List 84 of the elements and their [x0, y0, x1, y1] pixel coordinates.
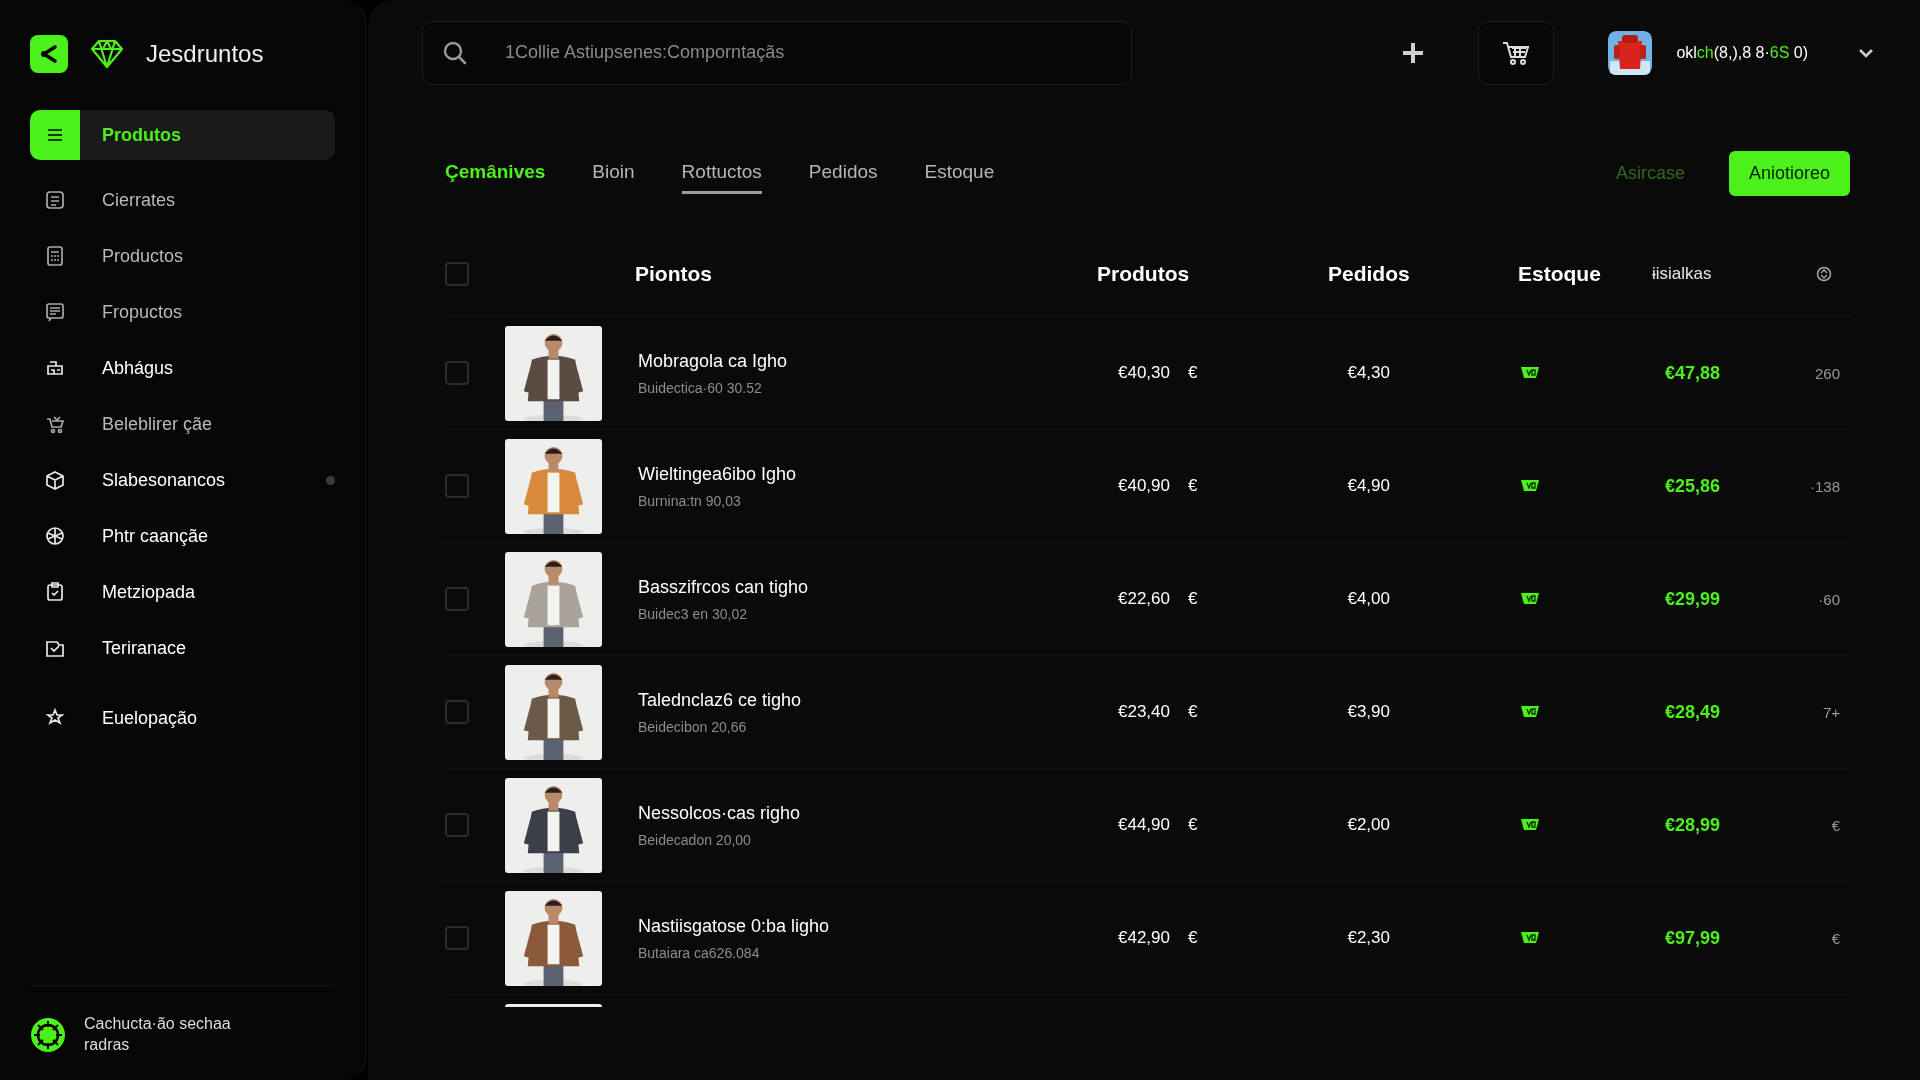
search-field[interactable]: 1Collie Astiupsenes:Comporntaçãs — [422, 20, 1132, 85]
stock-count: ·60 — [1818, 590, 1841, 608]
product-detail: Buidec3 en 30,02 — [638, 605, 748, 622]
stock-count: ·138 — [1809, 477, 1841, 495]
search-icon — [442, 39, 468, 66]
sort-icon — [1816, 266, 1832, 282]
column-header: Piontos — [635, 262, 713, 286]
total-price: €28,99 — [1664, 814, 1720, 836]
price: €40,30 — [1118, 363, 1170, 383]
total-price: €29,99 — [1664, 588, 1720, 610]
stock-count: 260 — [1814, 364, 1841, 382]
price: €22,60 — [1118, 589, 1170, 609]
product-detail: Burnina:tn 90,03 — [638, 492, 742, 509]
support-icon — [30, 1017, 66, 1054]
order-amount: €4,00 — [1347, 589, 1390, 609]
currency-symbol: € — [1187, 928, 1199, 948]
sidebar-item[interactable]: Teriranace — [30, 620, 335, 676]
checkbox[interactable] — [445, 474, 469, 498]
product-detail: Butaiara ca626.084 — [638, 944, 761, 961]
product-detail: Beidecibon 20,66 — [638, 718, 748, 735]
price: €23,40 — [1118, 702, 1170, 722]
tab[interactable]: Estoque — [924, 152, 995, 194]
avatar[interactable] — [1608, 30, 1653, 75]
price: €40,90 — [1118, 476, 1170, 496]
sidebar-item[interactable]: Beleblirer çãe — [30, 396, 335, 452]
checkbox[interactable] — [445, 700, 469, 724]
order-amount: €4,90 — [1347, 476, 1390, 496]
product-name: Talednclaz6 ce tigho — [638, 689, 803, 711]
sidebar-item[interactable]: Productos — [30, 228, 335, 284]
column-header: ɨisialkas — [1652, 264, 1712, 284]
currency-symbol: € — [1187, 589, 1199, 609]
order-amount: €2,00 — [1347, 815, 1390, 835]
footer-text: Cachucta·ão sechaa radras — [84, 1014, 232, 1056]
user-label: oklch(8,),8 8·6S 0) — [1676, 43, 1808, 62]
total-price: €28,49 — [1664, 701, 1720, 723]
checkbox[interactable] — [445, 361, 469, 385]
package-icon — [43, 468, 67, 492]
total-price: €47,88 — [1664, 362, 1720, 384]
sidebar-item[interactable]: Fropuctos — [30, 284, 335, 340]
sidebar-item[interactable]: Slabesonancos — [30, 452, 335, 508]
stock-count: 7+ — [1822, 703, 1841, 721]
checkbox[interactable] — [445, 813, 469, 837]
diamond-logo-icon — [90, 39, 124, 69]
stock-count: € — [1831, 929, 1841, 947]
product-detail: Beidecadon 20,00 — [638, 831, 752, 848]
tab[interactable]: Rottuctos — [681, 152, 762, 194]
currency-symbol: € — [1187, 815, 1199, 835]
product-detail: Buidectica·60 30.52 — [638, 379, 763, 396]
checkbox[interactable] — [445, 262, 469, 286]
total-price: €25,86 — [1664, 475, 1720, 497]
sidebar-item[interactable]: Phtr caançãe — [30, 508, 335, 564]
currency-symbol: € — [1187, 702, 1199, 722]
product-name: Nastiisgatose 0:ba ligho — [638, 915, 831, 937]
brand-name: Jesdruntos — [146, 40, 264, 68]
price: €42,90 — [1118, 928, 1170, 948]
sidebar-item[interactable]: Cierrates — [30, 172, 335, 228]
tab[interactable]: Çemânives — [445, 152, 546, 194]
currency-symbol: € — [1187, 363, 1199, 383]
checkbox[interactable] — [445, 587, 469, 611]
order-amount: €4,30 — [1347, 363, 1390, 383]
primary-button[interactable]: Aniotioreo — [1728, 150, 1850, 196]
product-name: Basszifrcos can tigho — [638, 576, 810, 598]
tab[interactable]: Pedidos — [808, 152, 878, 194]
price: €44,90 — [1118, 815, 1170, 835]
sidebar-item[interactable]: Produtos — [30, 110, 335, 160]
product-name: Mobragola ca Igho — [638, 350, 789, 372]
product-name: Nessolcos·cas righo — [638, 802, 802, 824]
sidebar-item[interactable]: Euelopação — [30, 690, 335, 746]
column-header: Produtos — [1096, 262, 1191, 286]
column-header: Pedidos — [1328, 262, 1410, 286]
order-amount: €3,90 — [1347, 702, 1390, 722]
sidebar-item[interactable]: Metziopada — [30, 564, 335, 620]
column-header: Estoque — [1518, 262, 1601, 286]
product-name: Wieltingea6ibo Igho — [638, 463, 798, 485]
order-amount: €2,30 — [1347, 928, 1390, 948]
cart-button[interactable] — [1478, 20, 1555, 85]
stock-count: € — [1831, 816, 1841, 834]
chevron-down-icon — [1858, 47, 1874, 58]
total-price: €97,99 — [1664, 927, 1720, 949]
currency-symbol: € — [1187, 476, 1199, 496]
tab[interactable]: Bioin — [592, 152, 635, 194]
checkbox[interactable] — [445, 926, 469, 950]
share-logo-icon — [30, 35, 68, 73]
sidebar-item[interactable]: Abhágus — [30, 340, 335, 396]
